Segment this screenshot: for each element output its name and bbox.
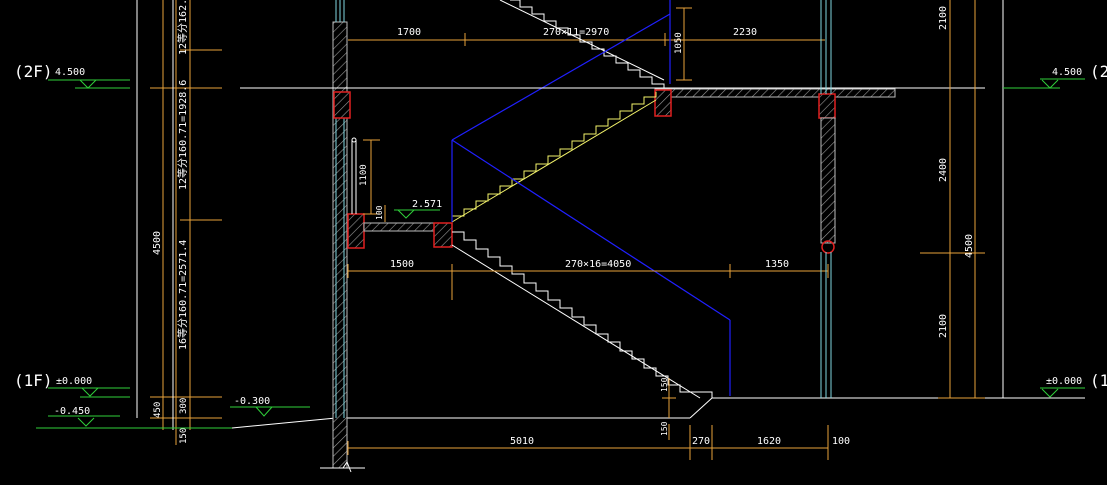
level-step-marker <box>230 406 310 417</box>
right-dimension-chain <box>920 0 985 399</box>
level-value-outdoor: -0.450 <box>54 406 90 417</box>
left-flight-low-label: 16等分160.71=2571.4 <box>176 240 189 350</box>
dim-top-left: 1700 <box>397 27 421 38</box>
left-flight-upper-label: 12等分162.5=19 <box>176 0 189 55</box>
middle-flight-outline <box>451 139 731 321</box>
dim-right-mid: 2400 <box>938 158 949 182</box>
level-value-2f-right: 4.500 <box>1052 67 1082 78</box>
level-landing-marker <box>394 209 440 219</box>
dim-lower-riser: 150 <box>660 377 669 392</box>
level-tag-2f: (2F) <box>14 62 53 81</box>
level-tag-2f-right: (2 <box>1090 62 1107 81</box>
level-tag-1f: (1F) <box>14 371 53 390</box>
left-flight-mid-label: 12等分160.71=1928.6 <box>176 80 189 190</box>
dim-right-top: 2100 <box>938 6 949 30</box>
stair-section-drawing: 12等分162.5=19 12等分160.71=1928.6 16等分160.7… <box>14 0 1107 473</box>
level-value-1f-right: ±0.000 <box>1046 376 1082 387</box>
dim-bottom-right: 1620 <box>757 436 781 447</box>
dim-mid-mid: 270×16=4050 <box>565 259 631 270</box>
right-column <box>820 0 836 398</box>
dim-bottom-tread: 270 <box>692 436 710 447</box>
level-value-step: -0.300 <box>234 396 270 407</box>
left-dimension-chain <box>150 0 222 445</box>
landing <box>347 137 453 249</box>
left-total-label: 4500 <box>152 231 163 255</box>
level-value-landing: 2.571 <box>412 199 442 210</box>
lower-flight <box>451 231 713 399</box>
left-300-label: 300 <box>179 398 189 414</box>
dim-bottom-mid: 5010 <box>510 436 534 447</box>
second-floor-slab <box>240 87 985 119</box>
dim-mid-right: 1350 <box>765 259 789 270</box>
level-2f-right <box>1003 78 1085 89</box>
dim-lower-riser-2: 150 <box>660 421 669 436</box>
dim-top-mid: 270×11=2970 <box>543 27 609 38</box>
bottom-dimension-line <box>347 425 829 460</box>
dim-bottom-edge: 100 <box>832 436 850 447</box>
dim-top-rise: 1050 <box>674 32 684 54</box>
dim-right-bottom: 2100 <box>938 314 949 338</box>
dim-railing-height: 1100 <box>359 164 369 186</box>
middle-flight <box>451 92 657 223</box>
level-value-2f: 4.500 <box>55 67 85 78</box>
dim-top-right: 2230 <box>733 27 757 38</box>
dim-landing-step: 100 <box>375 205 384 220</box>
ground-line <box>231 397 1085 429</box>
dim-right-total: 4500 <box>964 234 975 258</box>
level-1f-right <box>1040 387 1085 398</box>
top-dimension-line <box>348 7 825 81</box>
left-450-label: 450 <box>153 402 163 418</box>
left-150-label: 150 <box>179 428 189 444</box>
level-tag-1f-right: (1 <box>1090 371 1107 390</box>
level-value-1f: ±0.000 <box>56 376 92 387</box>
level-2f-left <box>48 79 130 89</box>
left-extension-lines <box>136 0 174 430</box>
dim-mid-left: 1500 <box>390 259 414 270</box>
upper-flight <box>499 0 665 90</box>
